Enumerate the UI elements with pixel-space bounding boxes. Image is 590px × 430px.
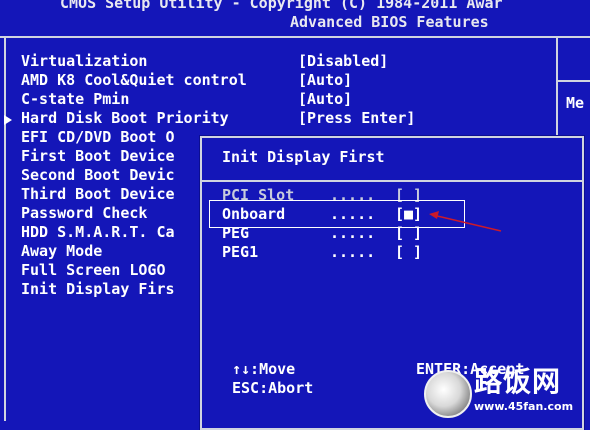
submenu-pointer-icon <box>4 115 12 125</box>
menu-item-cool-quiet[interactable]: AMD K8 Cool&Quiet control <box>21 71 247 90</box>
option-dots: ..... <box>330 243 376 261</box>
menu-item-full-screen-logo[interactable]: Full Screen LOGO <box>21 261 166 280</box>
option-dots: ..... <box>330 205 376 223</box>
option-dots: ..... <box>330 224 376 242</box>
option-onboard[interactable]: Onboard <box>222 205 285 224</box>
option-peg[interactable]: PEG <box>222 224 249 243</box>
menu-item-cstate-pmin[interactable]: C-state Pmin <box>21 90 129 109</box>
menu-item-efi-cd-dvd-boot[interactable]: EFI CD/DVD Boot O <box>21 128 175 147</box>
option-checkbox[interactable]: [ ] <box>395 224 422 243</box>
header-divider <box>0 36 590 38</box>
value-cool-quiet[interactable]: [Auto] <box>298 71 352 90</box>
value-cstate-pmin[interactable]: [Auto] <box>298 90 352 109</box>
option-checkbox-checked[interactable]: [■] <box>395 205 422 224</box>
watermark-logo: 路饭网 www.45fan.com <box>418 366 588 421</box>
annotation-arrow-icon <box>429 211 502 232</box>
option-checkbox[interactable]: [ ] <box>395 243 422 262</box>
option-peg1[interactable]: PEG1 <box>222 243 258 262</box>
menu-item-hdd-boot-priority[interactable]: Hard Disk Boot Priority <box>21 109 229 128</box>
left-border <box>4 36 6 421</box>
menu-item-first-boot-device[interactable]: First Boot Device <box>21 147 175 166</box>
menu-item-hdd-smart[interactable]: HDD S.M.A.R.T. Ca <box>21 223 175 242</box>
menu-item-third-boot-device[interactable]: Third Boot Device <box>21 185 175 204</box>
help-abort: ESC:Abort <box>232 379 314 397</box>
menu-item-password-check[interactable]: Password Check <box>21 204 147 223</box>
value-hdd-boot-priority[interactable]: [Press Enter] <box>298 109 415 128</box>
help-move: ↑↓:Move <box>232 360 296 378</box>
page-title: Advanced BIOS Features <box>290 13 489 31</box>
logo-emblem-icon <box>424 370 472 418</box>
popup-title-divider <box>200 180 582 182</box>
menu-item-virtualization[interactable]: Virtualization <box>21 52 147 71</box>
watermark-text: 路饭网 <box>474 365 562 398</box>
popup-title: Init Display First <box>222 148 385 166</box>
value-virtualization[interactable]: [Disabled] <box>298 52 388 71</box>
menu-item-second-boot-device[interactable]: Second Boot Devic <box>21 166 175 185</box>
help-panel-label: Me <box>566 94 585 112</box>
menu-item-away-mode[interactable]: Away Mode <box>21 242 102 261</box>
help-panel-separator <box>556 80 590 82</box>
header-title: CMOS Setup Utility - Copyright (C) 1984-… <box>60 0 503 12</box>
menu-item-init-display-first[interactable]: Init Display Firs <box>21 280 175 299</box>
watermark-url: www.45fan.com <box>474 400 574 413</box>
